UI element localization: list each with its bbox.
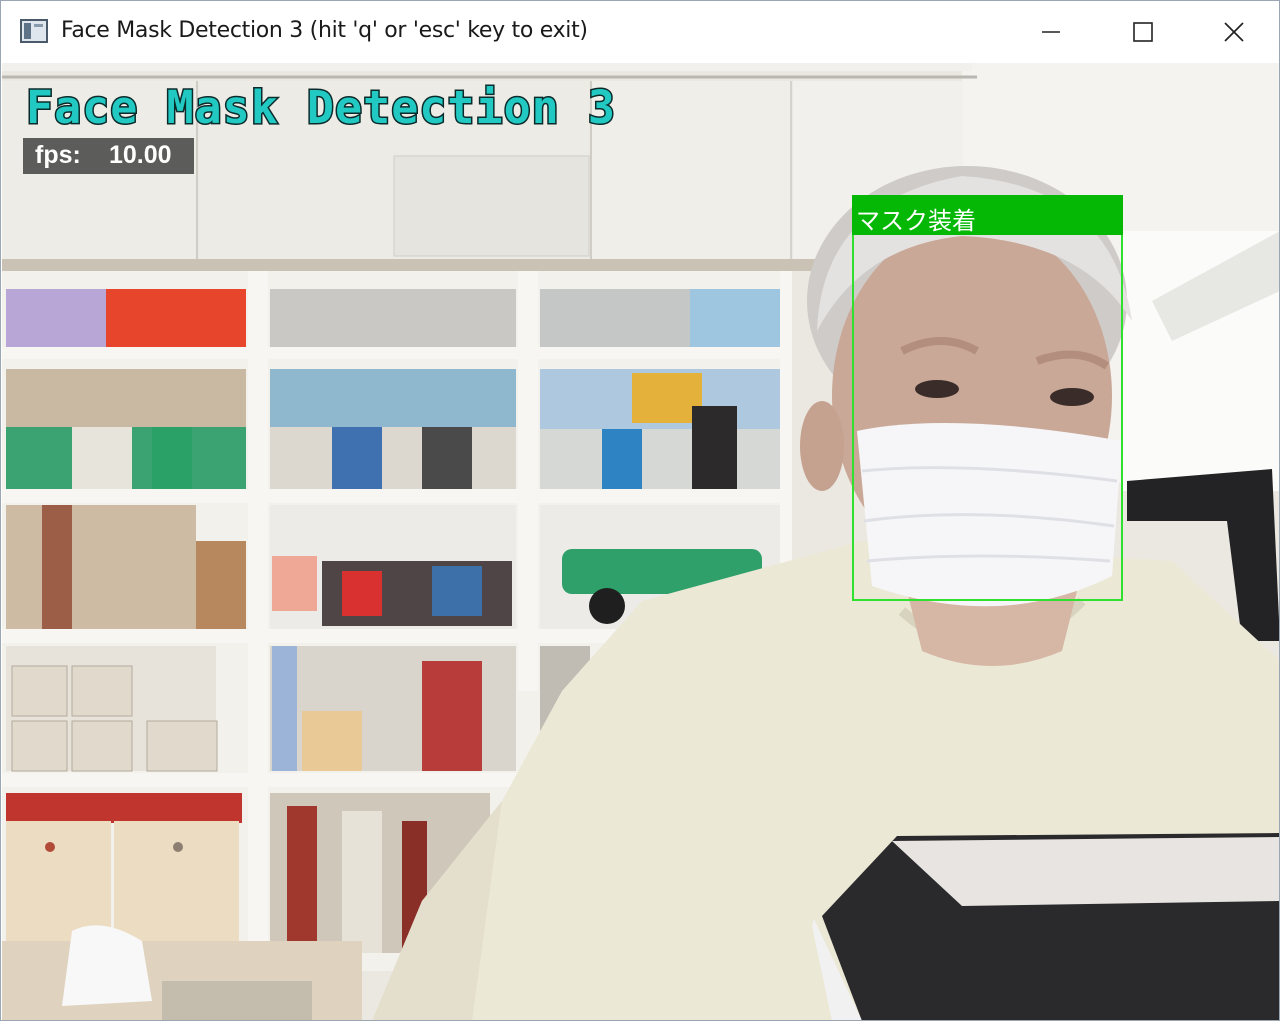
fps-value: 10.00 [109,141,172,169]
maximize-button[interactable] [1096,1,1188,63]
minimize-button[interactable] [1004,1,1096,63]
close-icon [1224,22,1244,42]
face-detection-box [852,195,1123,601]
window-title: Face Mask Detection 3 (hit 'q' or 'esc' … [61,18,588,43]
fps-label: fps: [35,141,81,169]
overlay-title: Face Mask Detection 3 [25,80,617,136]
maximize-icon [1133,22,1153,42]
minimize-icon [1042,31,1060,33]
detection-label: マスク装着 [856,207,976,235]
close-button[interactable] [1187,1,1279,63]
app-icon [20,19,48,43]
title-bar[interactable]: Face Mask Detection 3 (hit 'q' or 'esc' … [1,1,1279,63]
app-window: Face Mask Detection 3 (hit 'q' or 'esc' … [0,0,1280,1021]
